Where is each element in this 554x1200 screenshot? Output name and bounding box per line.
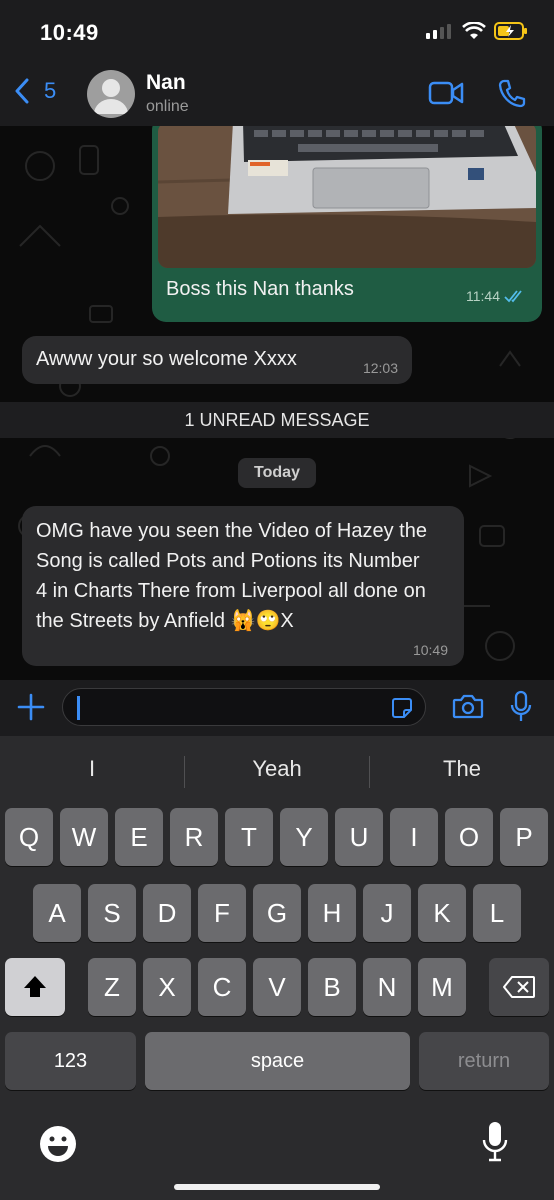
laptop-photo [158, 126, 536, 268]
message-time: 12:03 [362, 360, 398, 376]
key-k[interactable]: K [418, 884, 466, 942]
signal-icon [426, 24, 451, 39]
camera-button[interactable] [452, 692, 484, 725]
phone-icon [498, 79, 526, 108]
emoji-key[interactable] [38, 1124, 78, 1169]
default-avatar-icon [94, 79, 128, 114]
key-t[interactable]: T [225, 808, 273, 866]
key-o[interactable]: O [445, 808, 493, 866]
message-input[interactable] [62, 688, 426, 726]
key-h[interactable]: H [308, 884, 356, 942]
chat-area[interactable]: Boss this Nan thanks 11:44 Awww your so … [0, 126, 554, 680]
key-s[interactable]: S [88, 884, 136, 942]
home-indicator [174, 1184, 380, 1190]
predictive-bar: I Yeah The [0, 736, 554, 806]
dictation-key[interactable] [480, 1120, 510, 1169]
key-f[interactable]: F [198, 884, 246, 942]
key-x[interactable]: X [143, 958, 191, 1016]
key-v[interactable]: V [253, 958, 301, 1016]
message-text: Boss this Nan thanks [166, 278, 354, 300]
shift-key[interactable] [5, 958, 65, 1016]
unread-chats-count: 5 [44, 78, 57, 103]
message-text: OMG have you seen the Video of Hazey the… [36, 520, 427, 632]
suggestion-1[interactable]: I [0, 756, 184, 782]
message-time: 10:49 [412, 642, 448, 658]
status-icons [426, 22, 528, 40]
key-c[interactable]: C [198, 958, 246, 1016]
key-l[interactable]: L [473, 884, 521, 942]
key-i[interactable]: I [390, 808, 438, 866]
space-key[interactable]: space [145, 1032, 410, 1090]
key-j[interactable]: J [363, 884, 411, 942]
unread-banner: 1 UNREAD MESSAGE [0, 402, 554, 438]
microphone-icon [510, 690, 532, 721]
message-composer [0, 680, 554, 736]
key-u[interactable]: U [335, 808, 383, 866]
video-call-button[interactable] [428, 80, 464, 111]
voice-call-button[interactable] [498, 78, 526, 113]
emoji-icon [40, 1126, 76, 1162]
key-p[interactable]: P [500, 808, 548, 866]
key-n[interactable]: N [363, 958, 411, 1016]
status-time: 10:49 [40, 20, 99, 45]
key-y[interactable]: Y [280, 808, 328, 866]
keyboard: I Yeah The Q W E R T Y U I O P A S D F G… [0, 736, 554, 1200]
text-caret [77, 696, 80, 720]
return-key[interactable]: return [419, 1032, 549, 1090]
plus-icon [17, 693, 45, 721]
voice-note-button[interactable] [510, 690, 532, 729]
key-m[interactable]: M [418, 958, 466, 1016]
sticker-icon [392, 698, 412, 718]
contact-name: Nan [146, 71, 186, 94]
backspace-key[interactable] [489, 958, 549, 1016]
message-text: Awww your so welcome Xxxx [36, 348, 297, 370]
message-photo[interactable] [158, 126, 536, 268]
backspace-icon [503, 976, 535, 998]
chevron-left-icon [15, 78, 29, 104]
shift-arrow-icon [24, 976, 46, 997]
key-g[interactable]: G [253, 884, 301, 942]
outgoing-image-message[interactable]: Boss this Nan thanks 11:44 [152, 126, 542, 322]
read-double-tick-icon [504, 290, 522, 303]
contact-info[interactable]: Nan online [146, 71, 189, 116]
message-meta: 11:44 [466, 288, 526, 304]
key-r[interactable]: R [170, 808, 218, 866]
video-camera-icon [428, 81, 464, 105]
key-q[interactable]: Q [5, 808, 53, 866]
key-z[interactable]: Z [88, 958, 136, 1016]
key-d[interactable]: D [143, 884, 191, 942]
incoming-message[interactable]: Awww your so welcome Xxxx 12:03 [22, 336, 412, 384]
key-e[interactable]: E [115, 808, 163, 866]
numbers-key[interactable]: 123 [5, 1032, 136, 1090]
sticker-button[interactable] [391, 697, 413, 724]
battery-charging-icon [494, 22, 527, 40]
status-bar: 10:49 [0, 0, 554, 62]
message-time: 11:44 [466, 288, 500, 304]
wifi-icon [462, 22, 486, 39]
key-b[interactable]: B [308, 958, 356, 1016]
avatar[interactable] [87, 70, 135, 118]
suggestion-2[interactable]: Yeah [185, 756, 369, 782]
chat-header: 5 Nan online [0, 62, 554, 127]
date-separator: Today [238, 458, 316, 488]
back-button[interactable]: 5 [14, 78, 56, 104]
key-w[interactable]: W [60, 808, 108, 866]
microphone-icon [482, 1122, 508, 1162]
key-a[interactable]: A [33, 884, 81, 942]
suggestion-3[interactable]: The [370, 756, 554, 782]
incoming-message[interactable]: OMG have you seen the Video of Hazey the… [22, 506, 464, 666]
contact-status: online [146, 98, 189, 115]
attach-button[interactable] [16, 692, 46, 727]
camera-icon [452, 694, 484, 719]
